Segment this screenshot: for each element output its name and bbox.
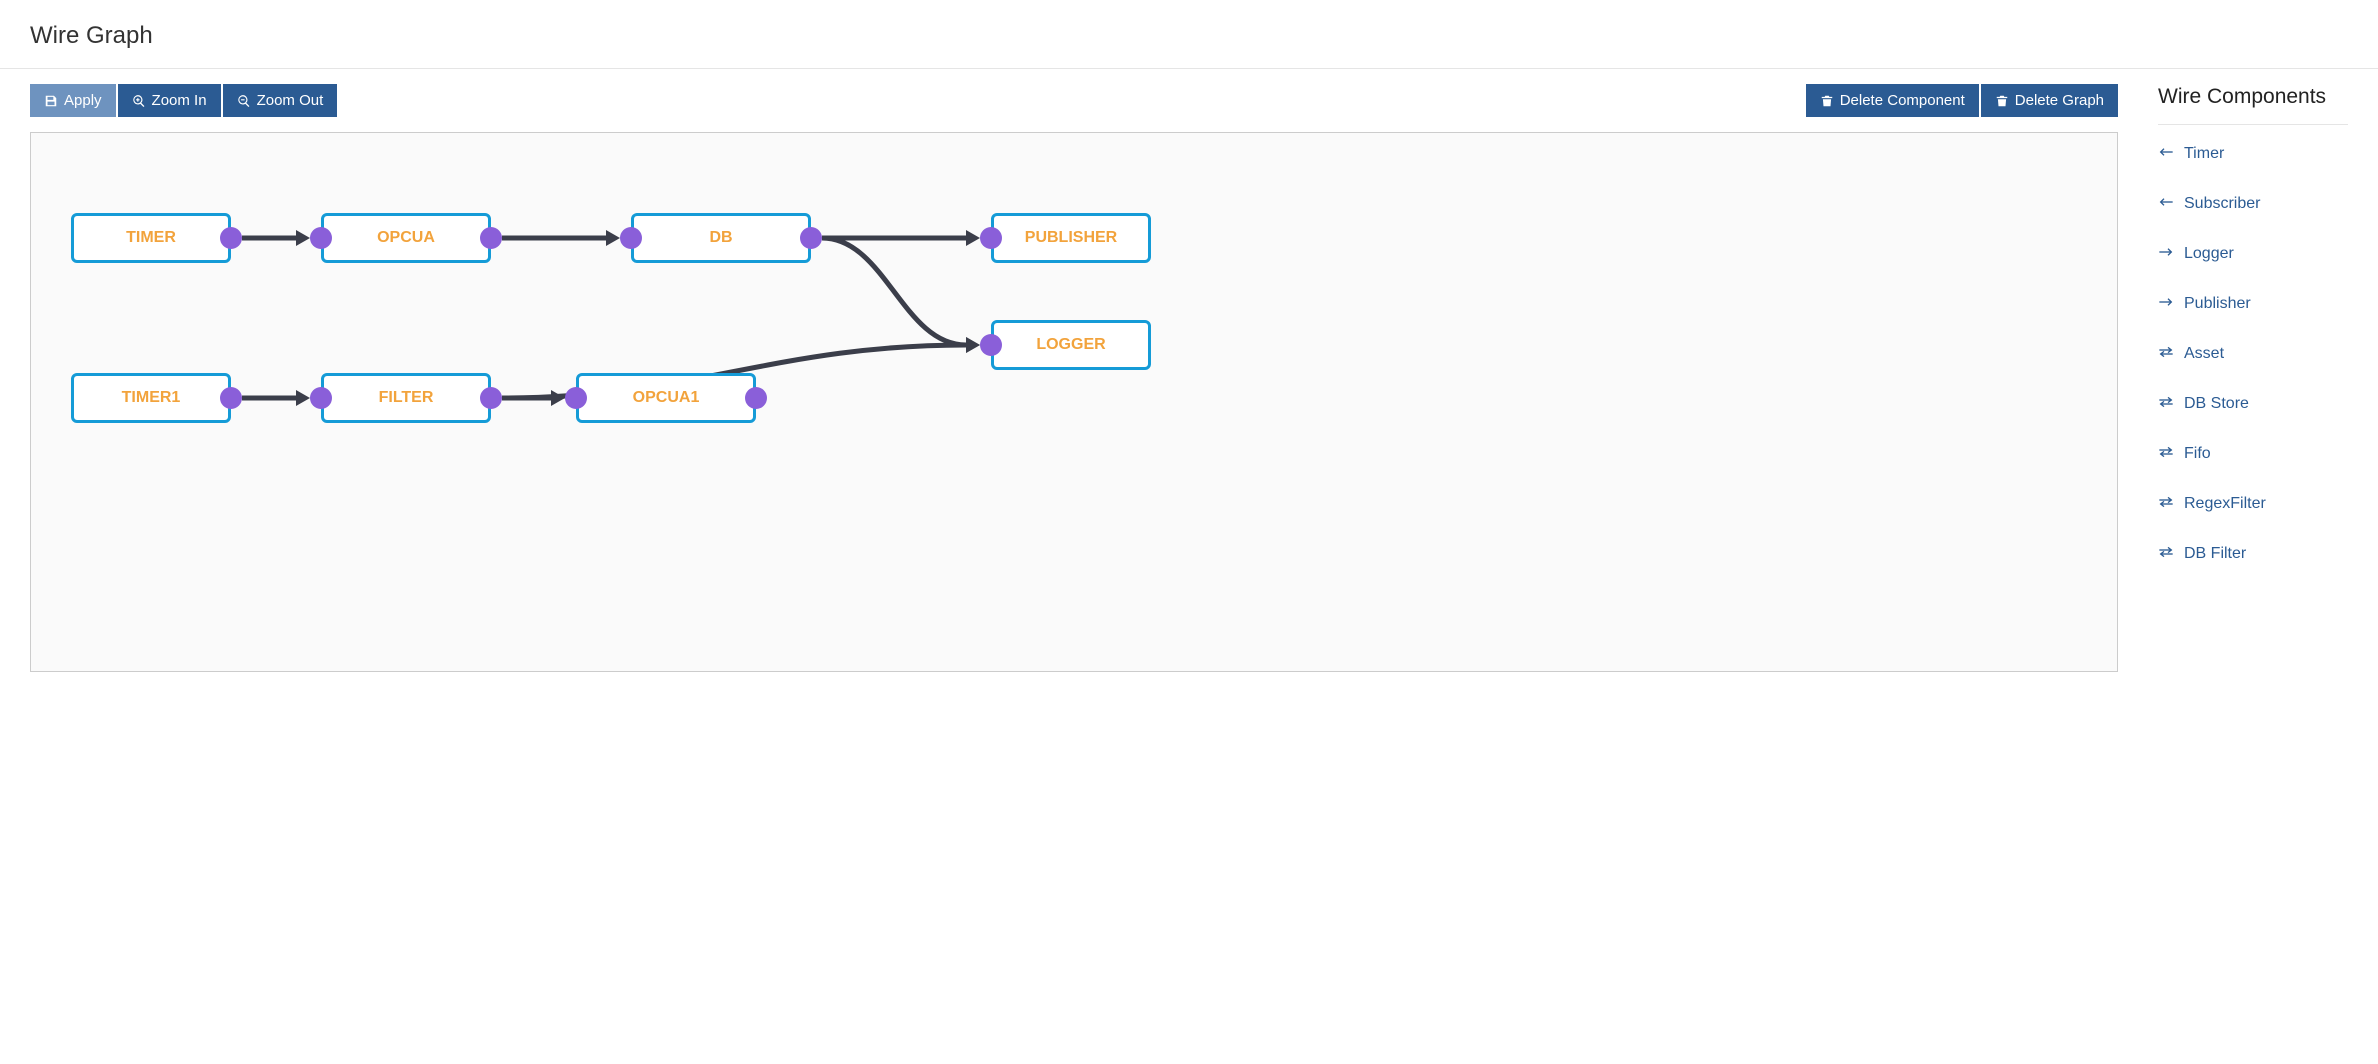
toolbar-right: Delete Component Delete Graph (1806, 84, 2118, 117)
out-arrow-icon (2158, 295, 2174, 313)
port-in[interactable] (310, 227, 332, 249)
sidebar-item-label: DB Store (2184, 395, 2249, 413)
port-in[interactable] (980, 334, 1002, 356)
port-out[interactable] (220, 227, 242, 249)
sidebar-title: Wire Components (2158, 84, 2348, 110)
both-arrow-icon (2158, 395, 2174, 413)
port-in[interactable] (565, 387, 587, 409)
port-in[interactable] (620, 227, 642, 249)
graph-canvas[interactable]: TIMER OPCUA DB PUBLISHER LOGGER TIMER1 FILTER O… (30, 132, 2118, 672)
node-logger[interactable]: LOGGER (991, 320, 1151, 370)
arrowhead-icon (296, 390, 310, 406)
delete-component-label: Delete Component (1840, 92, 1965, 109)
arrowhead-icon (296, 230, 310, 246)
both-arrow-icon (2158, 495, 2174, 513)
edge (822, 238, 966, 345)
arrowhead-icon (966, 337, 980, 353)
node-filter[interactable]: FILTER (321, 373, 491, 423)
node-opcua[interactable]: OPCUA (321, 213, 491, 263)
arrowhead-icon (606, 230, 620, 246)
sidebar-item-label: Asset (2184, 345, 2224, 363)
port-out[interactable] (480, 387, 502, 409)
sidebar-item-timer[interactable]: Timer (2158, 129, 2348, 179)
sidebar-item-publisher[interactable]: Publisher (2158, 279, 2348, 329)
zoom-in-button[interactable]: Zoom In (118, 84, 221, 117)
arrowhead-icon (551, 390, 565, 406)
node-label: OPCUA1 (633, 389, 700, 406)
port-out[interactable] (800, 227, 822, 249)
delete-graph-button[interactable]: Delete Graph (1981, 84, 2118, 117)
node-label: DB (709, 229, 732, 246)
save-icon (44, 94, 58, 108)
port-out[interactable] (480, 227, 502, 249)
sidebar-item-label: Timer (2184, 145, 2224, 163)
apply-button[interactable]: Apply (30, 84, 116, 117)
in-arrow-icon (2158, 145, 2174, 163)
port-in[interactable] (310, 387, 332, 409)
trash-icon (1820, 94, 1834, 108)
delete-component-button[interactable]: Delete Component (1806, 84, 1979, 117)
sidebar-item-subscriber[interactable]: Subscriber (2158, 179, 2348, 229)
sidebar-item-label: Fifo (2184, 445, 2211, 463)
zoom-out-icon (237, 94, 251, 108)
in-arrow-icon (2158, 195, 2174, 213)
sidebar-item-logger[interactable]: Logger (2158, 229, 2348, 279)
zoom-out-label: Zoom Out (257, 92, 324, 109)
both-arrow-icon (2158, 545, 2174, 563)
apply-label: Apply (64, 92, 102, 109)
sidebar-item-label: Publisher (2184, 295, 2251, 313)
node-label: OPCUA (377, 229, 435, 246)
arrowhead-icon (966, 230, 980, 246)
zoom-in-label: Zoom In (152, 92, 207, 109)
sidebar: Wire Components Timer Subscriber Logger Pub… (2158, 84, 2348, 672)
both-arrow-icon (2158, 345, 2174, 363)
delete-graph-label: Delete Graph (2015, 92, 2104, 109)
node-timer1[interactable]: TIMER1 (71, 373, 231, 423)
zoom-in-icon (132, 94, 146, 108)
node-label: TIMER1 (122, 389, 181, 406)
trash-icon (1995, 94, 2009, 108)
port-out[interactable] (220, 387, 242, 409)
node-opcua1[interactable]: OPCUA1 (576, 373, 756, 423)
page-title: Wire Graph (30, 0, 2348, 68)
arrowhead-icon (966, 337, 980, 353)
node-label: PUBLISHER (1025, 229, 1117, 246)
divider (0, 68, 2378, 69)
sidebar-item-db-filter[interactable]: DB Filter (2158, 529, 2348, 579)
node-label: FILTER (379, 389, 434, 406)
toolbar-left: Apply Zoom In Zoom Out (30, 84, 337, 117)
zoom-out-button[interactable]: Zoom Out (223, 84, 338, 117)
divider (2158, 124, 2348, 125)
node-publisher[interactable]: PUBLISHER (991, 213, 1151, 263)
sidebar-item-regexfilter[interactable]: RegexFilter (2158, 479, 2348, 529)
sidebar-item-fifo[interactable]: Fifo (2158, 429, 2348, 479)
node-label: LOGGER (1036, 336, 1105, 353)
sidebar-item-label: Logger (2184, 245, 2234, 263)
sidebar-item-label: DB Filter (2184, 545, 2246, 563)
sidebar-item-label: Subscriber (2184, 195, 2260, 213)
out-arrow-icon (2158, 245, 2174, 263)
node-label: TIMER (126, 229, 176, 246)
port-in[interactable] (980, 227, 1002, 249)
node-timer[interactable]: TIMER (71, 213, 231, 263)
sidebar-item-label: RegexFilter (2184, 495, 2266, 513)
sidebar-item-asset[interactable]: Asset (2158, 329, 2348, 379)
toolbar: Apply Zoom In Zoom Out Delete Component (30, 84, 2118, 117)
port-out[interactable] (745, 387, 767, 409)
sidebar-item-db-store[interactable]: DB Store (2158, 379, 2348, 429)
node-db[interactable]: DB (631, 213, 811, 263)
both-arrow-icon (2158, 445, 2174, 463)
